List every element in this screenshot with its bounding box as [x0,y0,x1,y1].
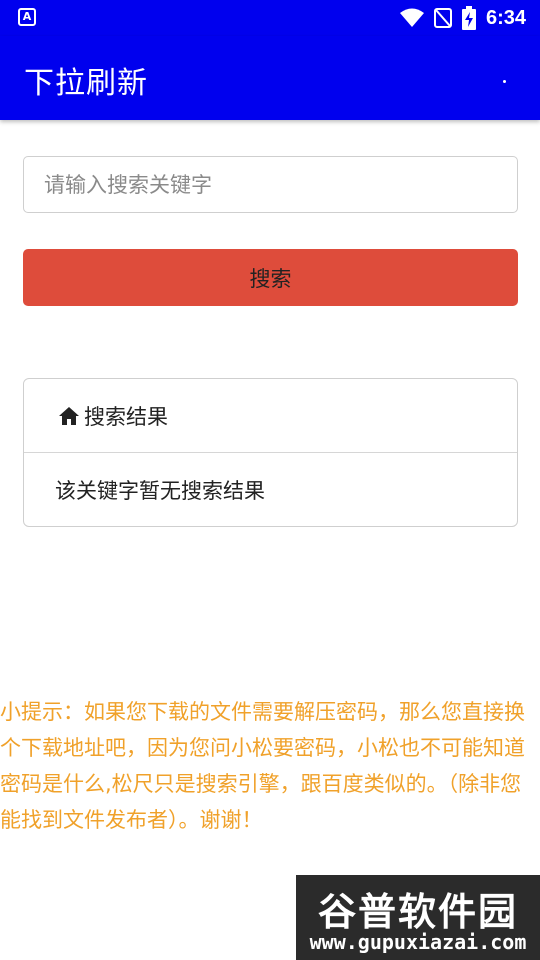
app-bar: 下拉刷新 [0,36,540,120]
search-button[interactable]: 搜索 [23,249,518,306]
notification-icon: A [18,8,36,26]
tip-text: 小提示：如果您下载的文件需要解压密码，那么您直接换个下载地址吧，因为您问小松要密… [0,700,525,832]
page-title: 下拉刷新 [24,66,148,101]
battery-charging-icon [461,6,476,30]
overflow-menu-icon[interactable] [503,80,506,83]
signal-off-icon [433,8,452,28]
search-input[interactable] [23,156,518,213]
status-time: 6:34 [485,6,526,29]
watermark-logo: 谷普软件园 www.gupuxiazai.com [296,875,540,960]
home-icon [59,406,79,425]
watermark-logo-text: 谷普软件园 [317,890,518,934]
results-header-label: 搜索结果 [84,404,168,429]
results-header: 搜索结果 [24,379,517,453]
results-empty-message: 该关键字暂无搜索结果 [55,479,265,503]
watermark-url: www.gupuxiazai.com [309,930,527,954]
status-bar: A 6:34 [0,0,540,36]
status-icons: 6:34 [399,4,526,32]
wifi-icon [399,8,424,27]
results-panel: 搜索结果 该关键字暂无搜索结果 [23,378,518,527]
